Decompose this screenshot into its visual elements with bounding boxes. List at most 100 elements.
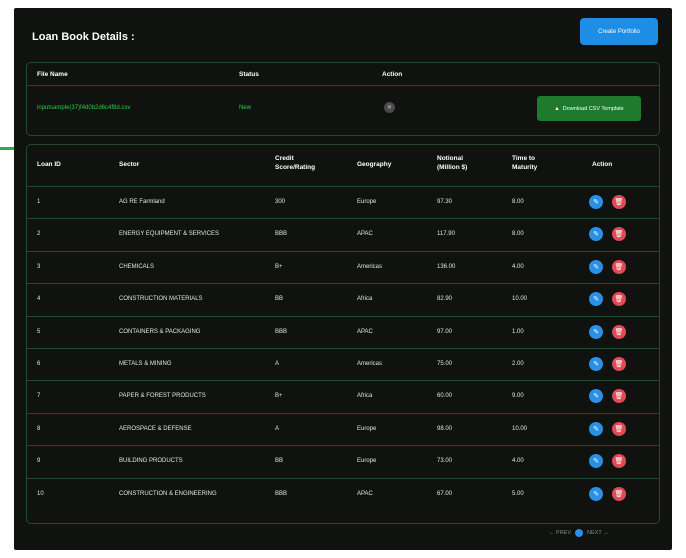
cell-credit-rating: BBB [275,328,288,335]
cell-notional: 117.90 [437,231,455,238]
table-row: 8 AEROSPACE & DEFENSE A Europe 98.00 10.00 ✎ 🗑 [27,412,659,446]
cell-notional: 75.00 [437,361,453,367]
cell-notional: 98.00 [437,425,453,432]
table-row: 2 ENERGY EQUIPMENT & SERVICES BBB APAC 117.9… [27,218,659,251]
cell-credit-rating: 300 [275,199,286,205]
cell-maturity: 8.00 [512,199,524,205]
delete-button[interactable]: 🗑 [612,195,626,209]
trash-icon: 🗑 [614,296,624,304]
cell-credit-rating: BBB [275,231,288,238]
header-loan-id: Loan ID [37,161,61,168]
header-maturity: Time to Maturity [512,155,538,171]
cell-geography: Europe [357,425,377,432]
file-action-button[interactable]: ✕ [384,102,395,113]
cell-loan-id: 7 [37,393,41,400]
cell-geography: Americas [357,361,383,367]
cell-notional: 97.00 [437,328,453,335]
edit-button[interactable]: ✎ [589,195,603,209]
trash-icon: 🗑 [614,263,624,271]
cell-sector: CONSTRUCTION & ENGINEERING [119,490,217,497]
loan-book-panel: Loan Book Details : Create Portfolio Fil… [14,8,672,550]
edit-button[interactable]: ✎ [589,324,603,339]
edit-icon: ✎ [593,328,599,336]
cell-sector: PAPER & FOREST PRODUCTS [119,393,206,400]
cell-sector: BUILDING PRODUCTS [119,458,183,465]
cell-loan-id: 9 [37,458,41,465]
cell-credit-rating: A [275,425,280,432]
header-action: Action [592,161,613,168]
table-row: 5 CONTAINERS & PACKAGING BBB APAC 97.00 1.00 ✎… [27,315,659,349]
next-button[interactable]: NEXT → [587,530,609,536]
trash-icon: 🗑 [614,490,624,498]
cell-loan-id: 5 [37,328,41,335]
x-icon: ✕ [386,105,393,111]
edit-icon: ✎ [593,425,599,433]
cell-geography: Europe [357,458,377,465]
cell-loan-id: 10 [37,490,44,497]
cell-loan-id: 2 [37,231,41,238]
edit-button[interactable]: ✎ [589,454,603,469]
page-1-button[interactable] [575,529,584,537]
delete-button[interactable]: 🗑 [612,454,626,469]
edit-icon: ✎ [593,263,599,271]
edit-button[interactable]: ✎ [589,486,603,501]
cell-maturity: 1.00 [512,328,524,335]
cell-geography: Africa [357,296,373,303]
cell-maturity: 4.00 [512,458,524,465]
delete-button[interactable]: 🗑 [612,421,626,436]
edit-button[interactable]: ✎ [589,227,603,242]
page-title: Loan Book Details : [32,31,135,43]
divider [27,85,659,86]
edit-icon: ✎ [593,393,599,401]
cell-notional: 73.00 [437,458,453,465]
edit-button[interactable]: ✎ [589,259,603,274]
table-row: 6 METALS & MINING A Americas 75.00 2.00 ✎ 🗑 [27,348,659,381]
file-name-link[interactable]: inputsample(37)f4d0b2d6c4f8d.csv [37,105,130,111]
cell-loan-id: 8 [37,425,41,432]
cell-credit-rating: A [275,361,280,367]
cell-credit-rating: BB [275,458,284,465]
header-action: Action [382,71,403,78]
delete-button[interactable]: 🗑 [612,227,626,242]
header-geography: Geography [357,161,392,168]
delete-button[interactable]: 🗑 [612,259,626,274]
cell-geography: APAC [357,328,373,335]
delete-button[interactable]: 🗑 [612,357,626,371]
edit-icon: ✎ [593,199,599,206]
download-csv-template-button[interactable]: ▲ Download CSV Template [537,96,641,121]
delete-button[interactable]: 🗑 [612,324,626,339]
download-button-label: Download CSV Template [562,105,624,112]
cell-sector: ENERGY EQUIPMENT & SERVICES [119,231,220,238]
edit-icon: ✎ [593,361,599,368]
edit-button[interactable]: ✎ [589,389,603,404]
edit-icon: ✎ [593,296,599,304]
delete-button[interactable]: 🗑 [612,389,626,404]
cell-notional: 97.30 [437,199,453,205]
edit-icon: ✎ [593,231,599,239]
delete-button[interactable]: 🗑 [612,486,626,501]
cell-notional: 67.00 [437,490,453,497]
trash-icon: 🗑 [614,199,624,206]
file-status: New [239,105,252,111]
cell-loan-id: 6 [37,361,41,367]
edit-button[interactable]: ✎ [589,357,603,371]
cell-geography: APAC [357,231,373,238]
cell-sector: CHEMICALS [119,263,155,270]
cell-maturity: 10.00 [512,296,528,303]
prev-button[interactable]: ← PREV [549,530,571,536]
edit-button[interactable]: ✎ [589,421,603,436]
cell-credit-rating: BB [275,296,284,303]
accent-bar [0,147,14,150]
cell-sector: AG RE Farmland [119,199,165,205]
trash-icon: 🗑 [614,458,624,466]
create-portfolio-button[interactable]: Create Portfolio [580,18,658,45]
cell-maturity: 4.00 [512,263,524,270]
delete-button[interactable]: 🗑 [612,292,626,307]
cell-geography: Americas [357,263,383,270]
edit-icon: ✎ [593,458,599,466]
cell-credit-rating: BBB [275,490,288,497]
header-file-name: File Name [37,71,68,78]
table-row: 9 BUILDING PRODUCTS BB Europe 73.00 4.00 ✎ 🗑 [27,445,659,478]
edit-button[interactable]: ✎ [589,292,603,307]
file-table: File Name Status Action inputsample(37)f… [26,62,660,136]
